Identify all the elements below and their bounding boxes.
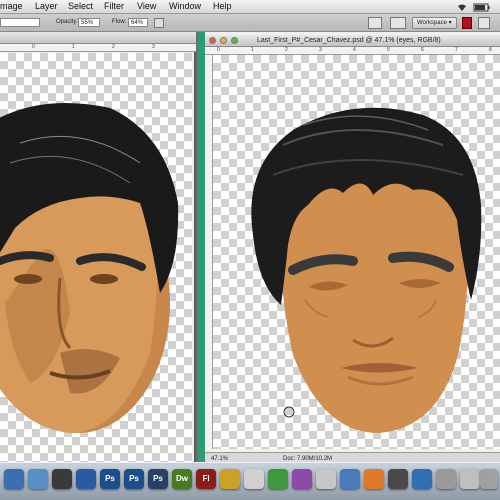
app-icon[interactable]	[76, 469, 96, 489]
panel-icon[interactable]	[478, 17, 490, 29]
ruler-mark: 4	[353, 47, 356, 53]
brush-cursor	[283, 406, 295, 418]
brush-preset-picker[interactable]	[0, 18, 40, 27]
ruler-mark: 2	[285, 47, 288, 53]
ruler-mark: 0	[32, 44, 35, 50]
ruler-mark: 1	[251, 47, 254, 53]
app-icon[interactable]	[316, 469, 336, 489]
flow-field[interactable]: 64%	[128, 18, 148, 27]
menu-window[interactable]: Window	[169, 1, 201, 11]
vertical-ruler	[205, 55, 213, 449]
photoshop-icon[interactable]: Ps	[124, 469, 144, 489]
ruler-mark: 8	[489, 47, 492, 53]
airbrush-toggle[interactable]	[154, 18, 164, 28]
dreamweaver-icon[interactable]: Dw	[172, 469, 192, 489]
horizontal-ruler: 0 1 2 3	[0, 44, 196, 52]
ruler-mark: 3	[319, 47, 322, 53]
reference-canvas[interactable]	[0, 53, 192, 464]
reference-photo	[0, 103, 179, 433]
finder-icon[interactable]	[4, 469, 24, 489]
painting-layer	[251, 107, 482, 433]
status-tray	[454, 0, 500, 14]
app-icon[interactable]	[460, 469, 480, 489]
tool-options-bar: Opacity: 55% Flow: 64% Workspace ▾	[0, 14, 500, 32]
workspace-switcher[interactable]: Workspace ▾	[412, 17, 457, 29]
app-icon[interactable]	[28, 469, 48, 489]
app-icon[interactable]	[412, 469, 432, 489]
photoshop-icon[interactable]: Ps	[148, 469, 168, 489]
zoom-button[interactable]	[231, 37, 238, 44]
menu-select[interactable]: Select	[68, 1, 93, 11]
wifi-icon[interactable]	[454, 0, 500, 14]
flash-icon[interactable]: Fl	[196, 469, 216, 489]
ruler-mark: 1	[72, 44, 75, 50]
app-icon[interactable]	[220, 469, 240, 489]
window-edge	[198, 32, 205, 464]
app-icon[interactable]	[268, 469, 288, 489]
minimize-button[interactable]	[220, 37, 227, 44]
photoshop-icon[interactable]: Ps	[100, 469, 120, 489]
ruler-mark: 3	[152, 44, 155, 50]
app-icon[interactable]	[388, 469, 408, 489]
reference-document-window: 0 1 2 3	[0, 32, 196, 464]
app-icon[interactable]	[244, 469, 264, 489]
menu-view[interactable]: View	[137, 1, 156, 11]
document-window: Last_First_P#_Cesar_Chavez.psd @ 47.1% (…	[205, 32, 500, 464]
dock: Ps Ps Ps Dw Fl	[0, 462, 500, 500]
app-icon[interactable]	[292, 469, 312, 489]
palette-icon[interactable]	[390, 17, 406, 29]
menu-layer[interactable]: Layer	[35, 1, 58, 11]
flow-label: Flow:	[112, 19, 127, 25]
document-titlebar[interactable]: Last_First_P#_Cesar_Chavez.psd @ 47.1% (…	[205, 35, 500, 47]
canvas[interactable]	[213, 55, 500, 449]
ruler-mark: 2	[112, 44, 115, 50]
app-icon[interactable]	[52, 469, 72, 489]
document-title: Last_First_P#_Cesar_Chavez.psd @ 47.1% (…	[257, 37, 441, 44]
ruler-mark: 5	[387, 47, 390, 53]
reference-titlebar[interactable]	[0, 32, 196, 44]
opacity-label: Opacity:	[56, 19, 79, 25]
opacity-field[interactable]: 55%	[78, 18, 100, 27]
app-icon[interactable]	[340, 469, 360, 489]
app-icon[interactable]	[436, 469, 456, 489]
app-icon[interactable]	[364, 469, 384, 489]
menu-help[interactable]: Help	[213, 1, 232, 11]
tool-preset-icon[interactable]	[368, 17, 382, 29]
menu-filter[interactable]: Filter	[104, 1, 124, 11]
ruler-mark: 7	[455, 47, 458, 53]
horizontal-ruler: 0 1 2 3 4 5 6 7 8	[205, 47, 500, 55]
color-swatch[interactable]	[462, 17, 472, 29]
close-button[interactable]	[209, 37, 216, 44]
ruler-mark: 6	[421, 47, 424, 53]
work-area: 0 1 2 3 Last_First_P#_Cesar_Chavez.psd @…	[0, 32, 500, 464]
trash-icon[interactable]	[480, 469, 498, 489]
menu-bar: mage Layer Select Filter View Window Hel…	[0, 0, 500, 14]
ruler-mark: 0	[217, 47, 220, 53]
menu-image[interactable]: mage	[0, 1, 23, 11]
